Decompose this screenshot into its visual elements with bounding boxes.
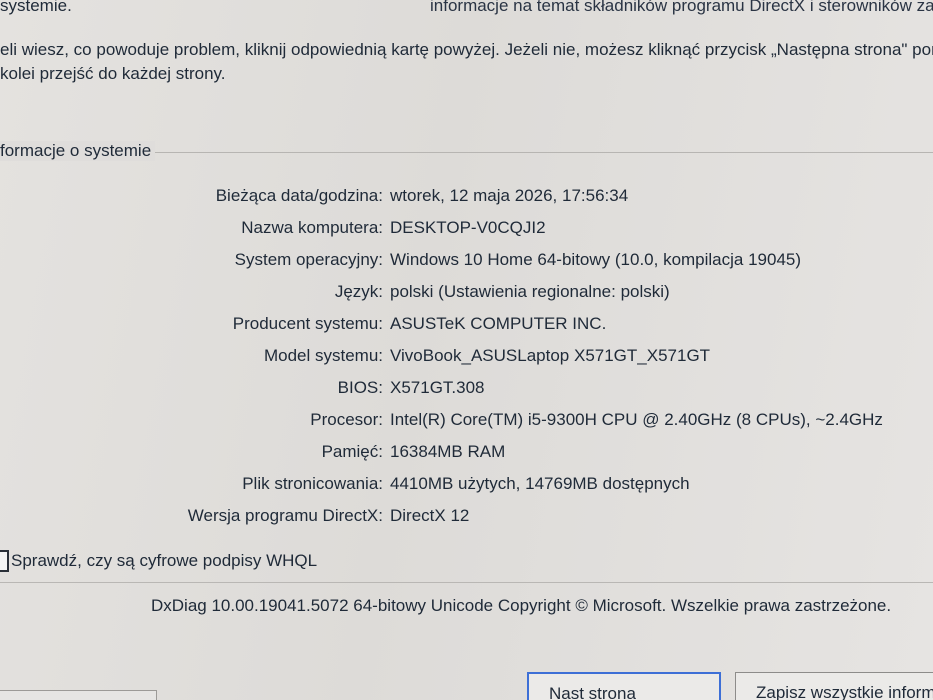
info-value: 16384MB RAM [390,442,506,461]
intro-text: eli wiesz, co powoduje problem, kliknij … [0,38,933,86]
next-page-button[interactable]: Nast strona [527,672,721,700]
info-label: BIOS: [337,378,383,397]
info-value: Intel(R) Core(TM) i5-9300H CPU @ 2.40GHz… [390,410,883,429]
info-label: Wersja programu DirectX: [187,506,383,525]
whql-checkbox-label[interactable]: Sprawdź, czy są cyfrowe podpisy WHQL [11,551,317,571]
info-label: Pamięć: [321,442,383,461]
info-value: VivoBook_ASUSLaptop X571GT_X571GT [390,346,711,365]
info-value: DESKTOP-V0CQJI2 [390,218,546,237]
info-value: X571GT.308 [390,378,485,397]
intro-line-2: kolei przejść do każdej strony. [0,64,226,83]
next-page-button-label: Nast strona [549,684,636,700]
info-label: Procesor: [310,410,383,429]
copyright-footer: DxDiag 10.00.19041.5072 64-bitowy Unicod… [151,596,892,615]
whql-checkbox-row[interactable]: Sprawdź, czy są cyfrowe podpisy WHQL [0,550,317,572]
info-label: Model systemu: [263,346,383,365]
info-label: Nazwa komputera: [241,218,383,237]
info-value: ASUSTeK COMPUTER INC. [390,314,607,333]
whql-checkbox[interactable] [0,550,9,572]
info-label: Producent systemu: [232,314,383,333]
intro-line-1: eli wiesz, co powoduje problem, kliknij … [0,40,933,59]
help-button[interactable] [0,690,157,700]
info-label: Język: [334,282,383,301]
info-label: Bieżąca data/godzina: [215,186,383,205]
info-value: wtorek, 12 maja 2026, 17:56:34 [390,186,629,205]
info-value: Windows 10 Home 64-bitowy (10.0, kompila… [390,250,802,269]
info-label: Plik stronicowania: [242,474,383,493]
save-all-info-button-label: Zapisz wszystkie informa [756,683,933,700]
top-left-text: systemie. [0,0,72,15]
save-all-info-button[interactable]: Zapisz wszystkie informa [735,672,933,700]
info-value: 4410MB użytych, 14769MB dostępnych [390,474,690,493]
dxdiag-window: systemie. informacje na temat składników… [0,0,933,700]
footer-divider [0,582,933,583]
info-value: polski (Ustawienia regionalne: polski) [390,282,670,301]
info-value: DirectX 12 [390,506,470,525]
top-right-text: informacje na temat składników programu … [430,0,933,15]
info-label: System operacyjny: [234,250,383,269]
system-info-group-title: formacje o systemie [0,141,156,161]
